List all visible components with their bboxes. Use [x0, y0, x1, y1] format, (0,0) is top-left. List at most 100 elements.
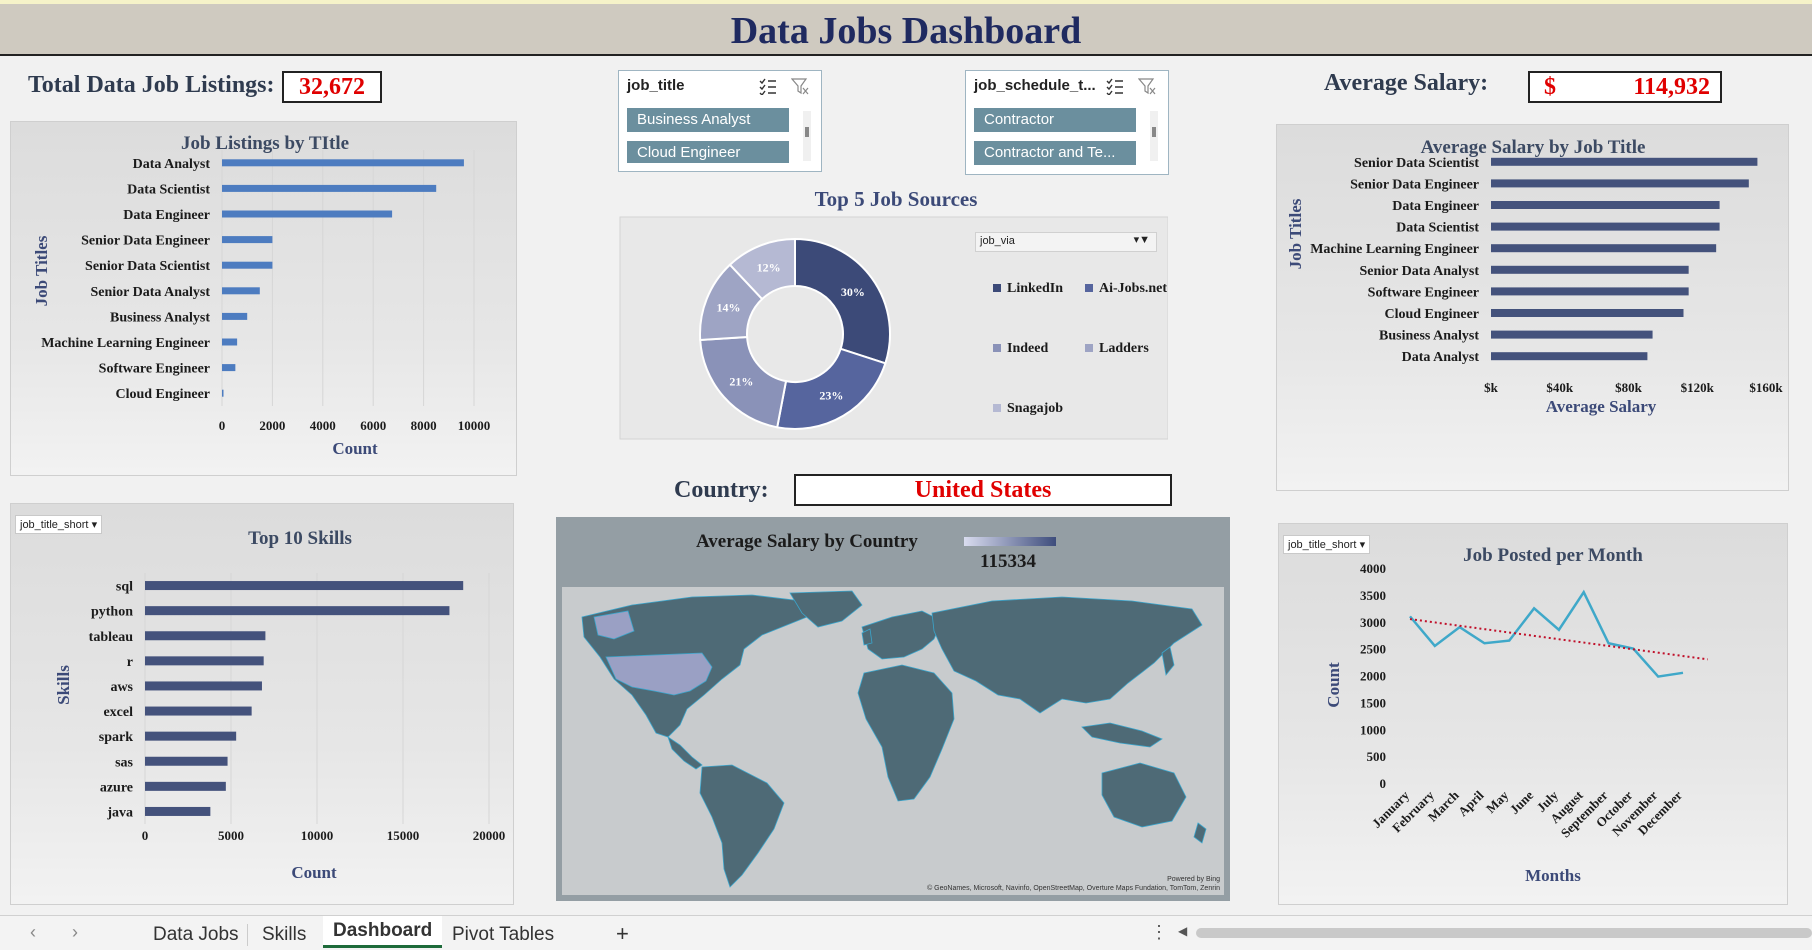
job-schedule-slicer[interactable]: job_schedule_t... Contractor Contractor …	[965, 70, 1169, 175]
bar	[222, 338, 238, 346]
bar	[1491, 309, 1684, 317]
y-tick-label: 3000	[1360, 615, 1386, 630]
chart-title: Top 10 Skills	[248, 528, 352, 549]
x-tick-label: May	[1483, 787, 1512, 816]
bar	[145, 806, 211, 816]
category-label: r	[127, 655, 133, 670]
x-tick-label: $120k	[1681, 380, 1715, 395]
avg-salary-value: 114,932	[1633, 74, 1710, 100]
slicer-item-business-analyst[interactable]: Business Analyst	[627, 108, 789, 132]
category-label: sql	[116, 580, 133, 595]
tab-dashboard[interactable]: Dashboard	[323, 916, 443, 948]
bar	[145, 631, 266, 641]
legend-label: LinkedIn	[1007, 281, 1063, 296]
chevron-left-icon[interactable]: ‹	[30, 922, 36, 943]
category-label: Data Engineer	[123, 208, 210, 223]
clear-filter-icon[interactable]	[791, 77, 809, 95]
x-tick-label: 8000	[411, 418, 437, 433]
top-skills-chart-panel[interactable]: job_title_short ▾ Top 10 Skills sql python…	[10, 503, 514, 905]
x-tick-label: 0	[219, 418, 226, 433]
filter-dropdown-icon: ▾▼	[1133, 234, 1150, 246]
legend-swatch	[993, 404, 1001, 412]
category-label: Business Analyst	[110, 310, 210, 325]
y-axis-label: Job Titles	[1286, 198, 1305, 269]
bar	[1491, 157, 1758, 166]
avg-salary-chart-panel[interactable]: Average Salary by Job Title Senior Data S…	[1276, 124, 1789, 491]
horizontal-scrollbar[interactable]	[1196, 928, 1812, 938]
bar	[145, 581, 464, 591]
data-label: 14%	[717, 301, 741, 315]
world-map-svg	[581, 590, 1207, 888]
avg-salary-value-box[interactable]: $ 114,932	[1528, 71, 1722, 103]
tab-pivot-tables[interactable]: Pivot Tables	[452, 924, 554, 946]
bar	[222, 184, 437, 192]
map-legend-value: 115334	[980, 551, 1036, 572]
category-label: Senior Data Analyst	[90, 285, 210, 300]
slicer-item-cloud-engineer[interactable]: Cloud Engineer	[627, 141, 789, 163]
add-sheet-button[interactable]: +	[616, 921, 629, 947]
data-label: 30%	[841, 285, 865, 299]
bar	[145, 731, 237, 741]
dashboard-sheet: Data Jobs Dashboard Total Data Job Listi…	[0, 0, 1812, 915]
category-label: Machine Learning Engineer	[1310, 242, 1479, 257]
y-axis-label: Skills	[54, 665, 73, 705]
data-label: 12%	[757, 261, 781, 275]
chart-title: Top 5 Job Sources	[815, 187, 978, 211]
more-options-icon[interactable]: ⋮	[1150, 922, 1168, 943]
category-label: Cloud Engineer	[115, 387, 210, 402]
country-value[interactable]: United States	[794, 474, 1172, 506]
x-tick-label: April	[1455, 787, 1487, 819]
jobs-per-month-chart-panel[interactable]: job_title_short ▾ Job Posted per Month 40…	[1278, 523, 1788, 905]
category-label: python	[91, 605, 133, 620]
slicer-scrollbar[interactable]	[803, 111, 811, 161]
bar	[1491, 179, 1749, 188]
total-listings-value[interactable]: 32,672	[282, 71, 382, 103]
job-sources-chart[interactable]: Top 5 Job Sources 30% 23% 21% 14% 12% LinkedIn…	[618, 182, 1168, 442]
chart-title: Job Listings by TItle	[181, 133, 349, 154]
slicer-item-contractor-and-temp[interactable]: Contractor and Te...	[974, 141, 1136, 165]
top-skills-chart: Top 10 Skills sql python tableau r aws excel sp…	[54, 528, 505, 882]
y-tick-label: 2500	[1360, 642, 1386, 657]
tab-data-jobs[interactable]: Data Jobs	[153, 924, 239, 946]
x-tick-label: 5000	[218, 828, 244, 843]
category-label: Machine Learning Engineer	[41, 336, 210, 351]
legend-swatch	[1085, 284, 1093, 292]
clear-filter-icon[interactable]	[1138, 77, 1156, 95]
slicer-scrollbar[interactable]	[1150, 111, 1158, 161]
multi-select-icon[interactable]	[759, 77, 777, 95]
bar	[145, 656, 264, 666]
category-label: Senior Data Engineer	[81, 234, 210, 249]
category-label: Cloud Engineer	[1384, 307, 1479, 322]
bar	[1491, 201, 1720, 209]
x-tick-label: 10000	[458, 418, 491, 433]
job-title-slicer[interactable]: job_title Business Analyst Cloud Enginee…	[618, 70, 822, 172]
bar	[1491, 244, 1717, 253]
bar	[1491, 330, 1653, 339]
x-tick-label: 15000	[387, 828, 420, 843]
world-map[interactable]: Powered by Bing © GeoNames, Microsoft, N…	[562, 587, 1224, 895]
y-axis-label: Count	[1324, 662, 1343, 708]
scroll-left-icon[interactable]: ◀	[1178, 924, 1187, 938]
avg-salary-chart: Average Salary by Job TitleSenior Data S…	[1286, 137, 1783, 416]
category-label: tableau	[89, 630, 134, 645]
y-tick-label: 1000	[1360, 722, 1386, 737]
category-label: Software Engineer	[1368, 285, 1479, 300]
job-via-filter-chip[interactable]: job_via ▾▼	[975, 232, 1157, 252]
legend-swatch	[1085, 344, 1093, 352]
tab-skills[interactable]: Skills	[262, 924, 306, 946]
x-axis-label: Count	[332, 439, 378, 458]
slicer-item-contractor[interactable]: Contractor	[974, 108, 1136, 132]
category-label: Data Analyst	[133, 157, 211, 172]
avg-salary-currency: $	[1544, 74, 1556, 100]
x-axis-label: Months	[1525, 866, 1581, 885]
map-credit-sources: © GeoNames, Microsoft, Navinfo, OpenStre…	[927, 885, 1220, 892]
series-line	[1409, 589, 1684, 678]
category-label: Data Engineer	[1392, 199, 1479, 214]
data-label: 21%	[729, 374, 753, 388]
map-panel[interactable]: Average Salary by Country 115334 Powered…	[556, 517, 1230, 901]
job-listings-chart-panel[interactable]: Job Listings by TItle Data Analyst Data Sc…	[10, 121, 517, 476]
chevron-right-icon[interactable]: ›	[72, 922, 78, 943]
multi-select-icon[interactable]	[1106, 77, 1124, 95]
category-label: Senior Data Analyst	[1359, 264, 1479, 279]
bar	[222, 159, 464, 167]
